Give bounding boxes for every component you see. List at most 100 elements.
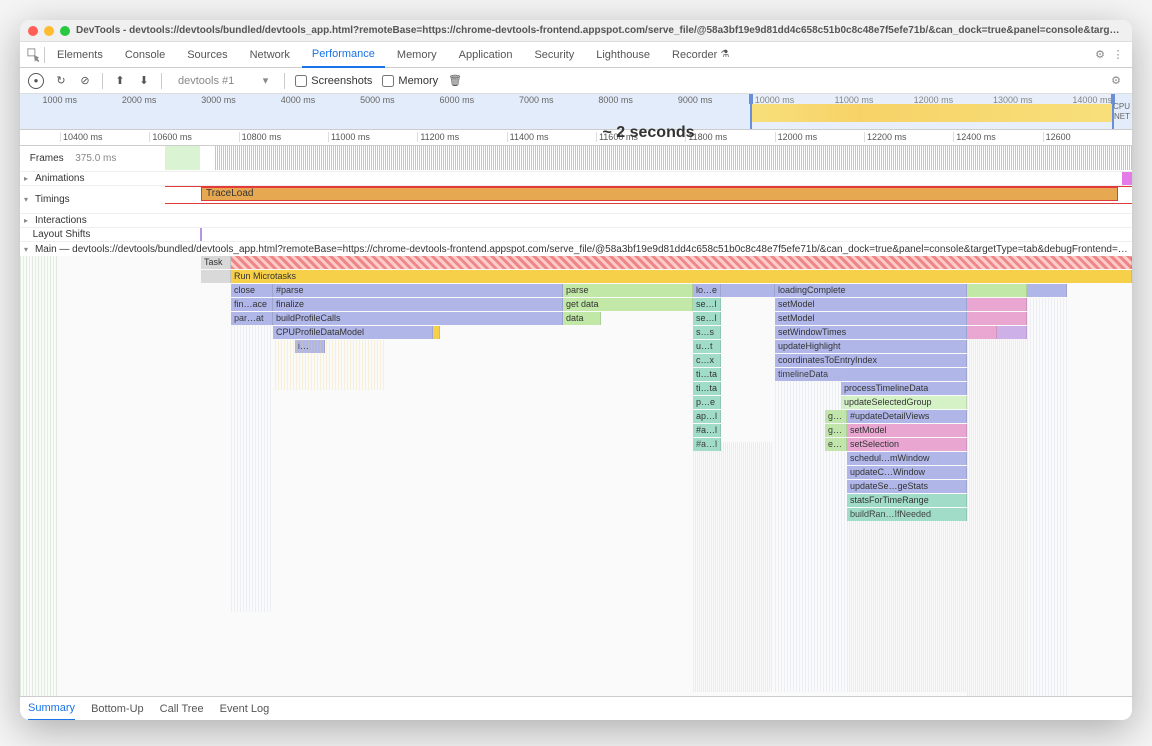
flame-bar[interactable] xyxy=(967,298,1027,311)
tab-event-log[interactable]: Event Log xyxy=(220,697,270,721)
flame-fin[interactable]: fin…ace xyxy=(231,298,273,311)
tab-console[interactable]: Console xyxy=(115,42,175,68)
fullscreen-icon[interactable] xyxy=(60,26,70,36)
flame-lo[interactable]: lo…e xyxy=(693,284,721,297)
flame-updateselectedgroup[interactable]: updateSelectedGroup xyxy=(841,396,967,409)
flame-schedule[interactable]: schedul…mWindow xyxy=(847,452,967,465)
clear-icon[interactable]: ⊘ xyxy=(78,74,92,88)
trash-icon[interactable]: 🗑 xyxy=(448,74,462,88)
flame-data[interactable]: data xyxy=(563,312,601,325)
flame-close[interactable]: close xyxy=(231,284,273,297)
tab-recorder[interactable]: Recorder ⚗ xyxy=(662,42,739,68)
flame-finalize[interactable]: finalize xyxy=(273,298,563,311)
flame-build[interactable]: buildProfileCalls xyxy=(273,312,563,325)
panel-tabbar: Elements Console Sources Network Perform… xyxy=(20,42,1132,68)
flame-ap[interactable]: ap…l xyxy=(693,410,721,423)
separator xyxy=(284,73,285,89)
flame-bar[interactable] xyxy=(433,326,440,339)
flame-bar[interactable] xyxy=(1027,284,1067,297)
flame-stats[interactable]: statsForTimeRange xyxy=(847,494,967,507)
window-titlebar: DevTools - devtools://devtools/bundled/d… xyxy=(20,20,1132,42)
traceload-bar[interactable]: TraceLoad xyxy=(201,187,1118,201)
tracks: Frames 375.0 ms ~ 2 seconds ▸Animations … xyxy=(20,146,1132,256)
flame-updatec[interactable]: updateC…Window xyxy=(847,466,967,479)
tab-memory[interactable]: Memory xyxy=(387,42,447,68)
flame-ti[interactable]: ti…ta xyxy=(693,368,721,381)
tab-bottom-up[interactable]: Bottom-Up xyxy=(91,697,144,721)
detail-ruler: 10400 ms10600 ms10800 ms 11000 ms11200 m… xyxy=(20,130,1132,146)
minimize-icon[interactable] xyxy=(44,26,54,36)
flame-s[interactable]: s…s xyxy=(693,326,721,339)
close-icon[interactable] xyxy=(28,26,38,36)
flame-bar[interactable] xyxy=(967,312,1027,325)
flame-ti2[interactable]: ti…ta xyxy=(693,382,721,395)
flame-c[interactable]: c…x xyxy=(693,354,721,367)
screenshots-checkbox[interactable]: Screenshots xyxy=(295,75,372,87)
flame-parse2[interactable]: parse xyxy=(563,284,693,297)
upload-icon[interactable]: ⬆ xyxy=(113,74,127,88)
timeline-overview[interactable]: 1000 ms2000 ms3000 ms 4000 ms5000 ms6000… xyxy=(20,94,1132,130)
separator xyxy=(44,47,45,63)
flame-a[interactable]: #a…l xyxy=(693,424,721,437)
flame-cpuprofile[interactable]: CPUProfileDataModel xyxy=(273,326,433,339)
layout-shift-bar xyxy=(200,228,202,241)
settings-icon[interactable]: ⚙ xyxy=(1092,47,1108,63)
flame-coord[interactable]: coordinatesToEntryIndex xyxy=(775,354,967,367)
animations-track[interactable]: ▸Animations xyxy=(20,172,1132,186)
flame-setselection[interactable]: setSelection xyxy=(847,438,967,451)
flame-updatese[interactable]: updateSe…geStats xyxy=(847,480,967,493)
flame-se2[interactable]: se…l xyxy=(693,312,721,325)
frame-selected xyxy=(165,146,200,170)
flame-processtimelinedata[interactable]: processTimelineData xyxy=(841,382,967,395)
memory-checkbox[interactable]: Memory xyxy=(382,75,438,87)
animation-bar xyxy=(1122,172,1132,185)
flame-updatedetailviews[interactable]: #updateDetailViews xyxy=(847,410,967,423)
tab-security[interactable]: Security xyxy=(524,42,584,68)
chevron-down-icon[interactable]: ▾ xyxy=(24,245,32,254)
tab-summary[interactable]: Summary xyxy=(28,697,75,721)
main-track-header[interactable]: ▾Main — devtools://devtools/bundled/devt… xyxy=(20,242,1132,256)
chevron-right-icon[interactable]: ▸ xyxy=(24,174,32,183)
tab-performance[interactable]: Performance xyxy=(302,42,385,68)
flame-p[interactable]: p…e xyxy=(693,396,721,409)
flame-setmodel2[interactable]: setModel xyxy=(775,312,967,325)
inspect-element-icon[interactable] xyxy=(26,47,42,63)
flame-bar[interactable] xyxy=(967,284,1027,297)
flame-getdata[interactable]: get data xyxy=(563,298,693,311)
profile-selector[interactable]: devtools #1 ▾ xyxy=(172,72,274,89)
tab-lighthouse[interactable]: Lighthouse xyxy=(586,42,660,68)
devtools-window: DevTools - devtools://devtools/bundled/d… xyxy=(20,20,1132,720)
flame-setwindowtimes[interactable]: setWindowTimes xyxy=(775,326,967,339)
record-button[interactable]: ● xyxy=(28,73,44,89)
layout-shifts-track[interactable]: Layout Shifts xyxy=(20,228,1132,242)
interactions-track[interactable]: ▸Interactions xyxy=(20,214,1132,228)
tab-call-tree[interactable]: Call Tree xyxy=(160,697,204,721)
overview-selection-handle[interactable] xyxy=(750,94,1114,129)
chevron-down-icon[interactable]: ▾ xyxy=(24,195,32,204)
separator xyxy=(161,73,162,89)
flame-u[interactable]: u…t xyxy=(693,340,721,353)
flame-run-microtasks[interactable]: Run Microtasks xyxy=(231,270,1132,283)
flame-bar[interactable] xyxy=(201,270,231,283)
capture-settings-icon[interactable]: ⚙ xyxy=(1108,73,1124,89)
flame-se[interactable]: se…l xyxy=(693,298,721,311)
tab-elements[interactable]: Elements xyxy=(47,42,113,68)
reload-icon[interactable]: ↻ xyxy=(54,74,68,88)
tab-sources[interactable]: Sources xyxy=(177,42,237,68)
flame-setmodel[interactable]: setModel xyxy=(775,298,967,311)
annotation-two-seconds: ~ 2 seconds xyxy=(602,124,694,142)
flame-updatehighlight[interactable]: updateHighlight xyxy=(775,340,967,353)
download-icon[interactable]: ⬇ xyxy=(137,74,151,88)
flame-setmodel3[interactable]: setModel xyxy=(847,424,967,437)
kebab-menu-icon[interactable]: ⋮ xyxy=(1110,47,1126,63)
chevron-right-icon[interactable]: ▸ xyxy=(24,216,32,225)
tab-network[interactable]: Network xyxy=(240,42,300,68)
flame-task[interactable]: Task xyxy=(201,256,231,269)
window-title: DevTools - devtools://devtools/bundled/d… xyxy=(76,25,1124,36)
flame-parse[interactable]: #parse xyxy=(273,284,563,297)
tab-application[interactable]: Application xyxy=(449,42,523,68)
timings-track[interactable]: ▾Timings TraceLoad xyxy=(20,186,1132,214)
flame-loadingcomplete[interactable]: loadingComplete xyxy=(775,284,967,297)
flame-long-task[interactable] xyxy=(231,256,1132,269)
flame-chart[interactable]: Task Run Microtasks close #parse parse l… xyxy=(20,256,1132,696)
